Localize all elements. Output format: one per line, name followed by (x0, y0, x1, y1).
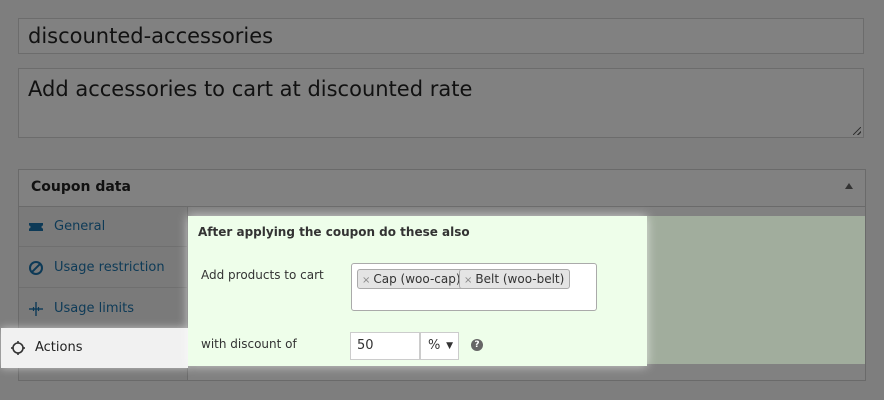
tab-usage-restriction[interactable]: Usage restriction (19, 248, 187, 288)
no-entry-icon (29, 261, 43, 275)
coupon-description-textarea[interactable]: Add accessories to cart at discounted ra… (18, 68, 864, 138)
actions-panel: After applying the coupon do these also … (188, 216, 647, 366)
tab-general-label: General (54, 219, 106, 234)
actions-heading: After applying the coupon do these also (198, 225, 470, 239)
collapse-arrow-icon[interactable] (845, 183, 853, 189)
help-icon[interactable]: ? (471, 339, 483, 351)
tab-usage-restriction-label: Usage restriction (54, 260, 165, 275)
chip-label: Belt (woo-belt) (475, 272, 565, 286)
add-products-label: Add products to cart (201, 268, 324, 282)
ticket-icon (29, 223, 43, 231)
product-chip-belt: × Belt (woo-belt) (459, 269, 571, 289)
description-text: Add accessories to cart at discounted ra… (28, 77, 473, 101)
discount-amount-input[interactable]: 50 (350, 332, 420, 360)
panel-content-remainder (646, 216, 865, 364)
panel-title: Coupon data (31, 179, 131, 195)
discount-label: with discount of (201, 337, 297, 351)
remove-chip-icon[interactable]: × (464, 275, 472, 286)
chip-label: Cap (woo-cap) (373, 272, 461, 286)
resize-handle-icon[interactable] (853, 127, 861, 135)
coupon-code-input[interactable]: discounted-accessories (18, 18, 864, 54)
products-select-field[interactable]: × Cap (woo-cap) × Belt (woo-belt) (351, 263, 597, 311)
gear-icon (11, 341, 25, 355)
tab-usage-limits[interactable]: Usage limits (19, 289, 187, 329)
remove-chip-icon[interactable]: × (362, 275, 370, 286)
crosshair-icon (29, 302, 43, 316)
tab-general[interactable]: General (19, 207, 187, 247)
discount-type-select[interactable]: % ▼ (420, 332, 459, 360)
tab-actions[interactable]: Actions (1, 328, 188, 368)
tab-actions-label: Actions (35, 340, 83, 355)
panel-header[interactable]: Coupon data (19, 170, 865, 207)
discount-type-value: % (428, 338, 441, 353)
product-chip-cap: × Cap (woo-cap) (357, 269, 467, 289)
chevron-down-icon: ▼ (446, 341, 453, 351)
tab-usage-limits-label: Usage limits (54, 301, 135, 316)
